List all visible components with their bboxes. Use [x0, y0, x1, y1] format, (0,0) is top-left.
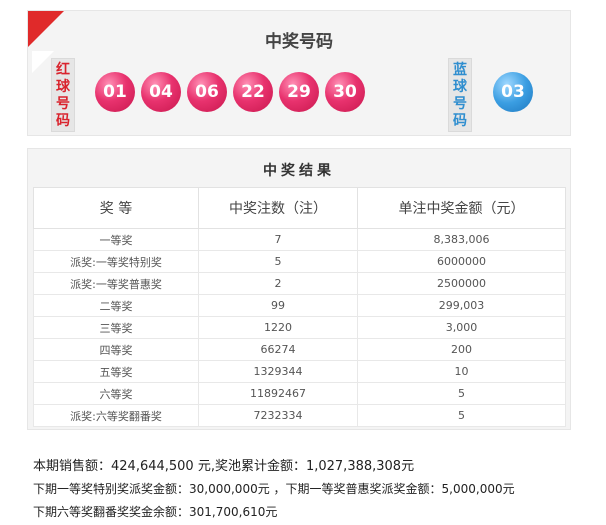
- red-ball-3: 06: [187, 72, 227, 112]
- winner-count-cell: 11892467: [198, 382, 358, 405]
- prize-level-cell: 二等奖: [33, 294, 199, 317]
- table-row: 派奖:一等奖特别奖 5 6000000: [33, 250, 566, 273]
- winning-numbers-title: 中奖号码: [265, 32, 333, 52]
- prize-level-cell: 派奖:一等奖特别奖: [33, 250, 199, 273]
- sixth-prize-balance-summary: 下期六等奖翻番奖奖金余额：301,700,610元: [33, 505, 278, 519]
- table-row: 派奖:一等奖普惠奖 2 2500000: [33, 272, 566, 295]
- winner-count-cell: 2: [198, 272, 358, 295]
- prize-amount-cell: 200: [357, 338, 566, 361]
- next-draw-bonus-summary: 下期一等奖特别奖派奖金额：30,000,000元 ，下期一等奖普惠奖派奖金额：5…: [33, 482, 515, 496]
- prize-level-cell: 四等奖: [33, 338, 199, 361]
- prize-level-cell: 五等奖: [33, 360, 199, 383]
- prize-amount-cell: 3,000: [357, 316, 566, 339]
- table-row: 三等奖 1220 3,000: [33, 316, 566, 339]
- prize-results-panel: 中奖结果 奖 等 中奖注数（注） 单注中奖金额（元） 一等奖 7 8,383,0…: [27, 148, 571, 430]
- winner-count-cell: 1220: [198, 316, 358, 339]
- red-ball-4: 22: [233, 72, 273, 112]
- winner-count-cell: 99: [198, 294, 358, 317]
- prize-level-cell: 派奖:一等奖普惠奖: [33, 272, 199, 295]
- prize-amount-cell: 6000000: [357, 250, 566, 273]
- winner-count-cell: 7: [198, 228, 358, 251]
- prize-amount-cell: 299,003: [357, 294, 566, 317]
- table-row: 五等奖 1329344 10: [33, 360, 566, 383]
- table-row: 二等奖 99 299,003: [33, 294, 566, 317]
- winner-count-cell: 66274: [198, 338, 358, 361]
- prize-level-cell: 派奖:六等奖翻番奖: [33, 404, 199, 427]
- red-ball-1: 01: [95, 72, 135, 112]
- prize-table: 奖 等 中奖注数（注） 单注中奖金额（元） 一等奖 7 8,383,006 派奖…: [33, 187, 566, 427]
- header-prize-amount: 单注中奖金额（元）: [357, 187, 566, 229]
- header-prize-level: 奖 等: [33, 187, 199, 229]
- table-row: 派奖:六等奖翻番奖 7232334 5: [33, 404, 566, 427]
- blue-ball-label: 蓝球号码: [448, 58, 472, 132]
- table-row: 一等奖 7 8,383,006: [33, 228, 566, 251]
- blue-ball: 03: [493, 72, 533, 112]
- table-row: 四等奖 66274 200: [33, 338, 566, 361]
- table-row: 六等奖 11892467 5: [33, 382, 566, 405]
- winner-count-cell: 5: [198, 250, 358, 273]
- winner-count-cell: 7232334: [198, 404, 358, 427]
- prize-level-cell: 一等奖: [33, 228, 199, 251]
- prize-amount-cell: 5: [357, 382, 566, 405]
- header-winner-count: 中奖注数（注）: [198, 187, 358, 229]
- sales-and-pool-summary: 本期销售额：424,644,500 元,奖池累计金额：1,027,388,308…: [33, 459, 415, 474]
- prize-level-cell: 三等奖: [33, 316, 199, 339]
- winning-numbers-panel: 中奖号码 红球号码 01 04 06 22 29 30 蓝球号码 03: [27, 10, 571, 136]
- winner-count-cell: 1329344: [198, 360, 358, 383]
- prize-amount-cell: 2500000: [357, 272, 566, 295]
- red-ball-2: 04: [141, 72, 181, 112]
- prize-amount-cell: 5: [357, 404, 566, 427]
- prize-amount-cell: 8,383,006: [357, 228, 566, 251]
- prize-level-cell: 六等奖: [33, 382, 199, 405]
- prize-table-header: 奖 等 中奖注数（注） 单注中奖金额（元）: [33, 187, 566, 229]
- red-ball-label: 红球号码: [51, 58, 75, 132]
- prize-amount-cell: 10: [357, 360, 566, 383]
- red-ball-6: 30: [325, 72, 365, 112]
- red-ball-5: 29: [279, 72, 319, 112]
- prize-results-title: 中奖结果: [263, 163, 335, 179]
